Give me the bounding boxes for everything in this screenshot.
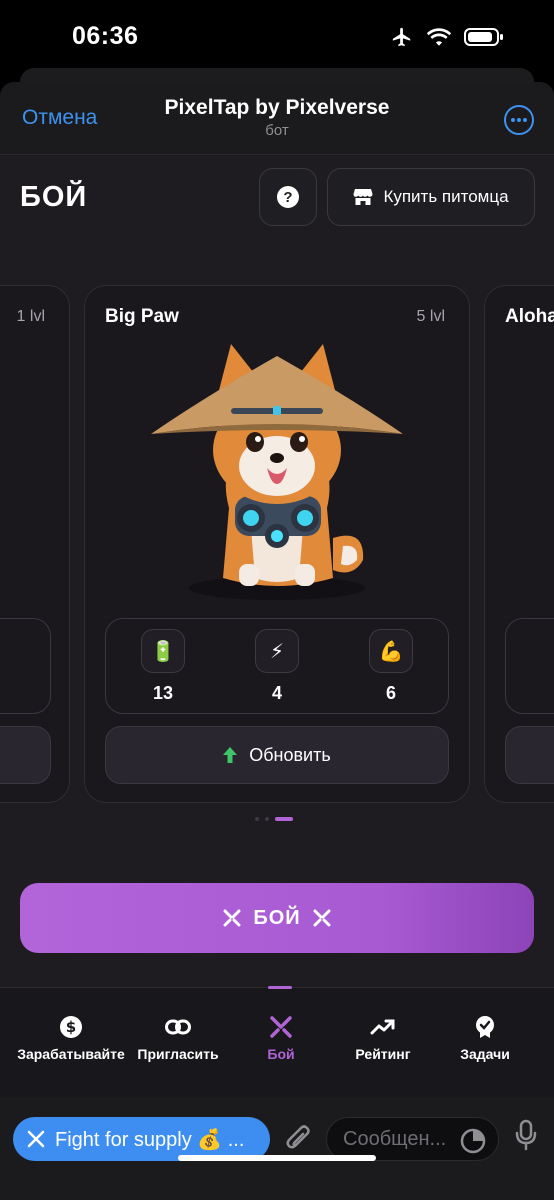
close-icon <box>27 1130 45 1148</box>
page-title: БОЙ <box>20 181 88 213</box>
home-indicator[interactable] <box>178 1155 376 1161</box>
tab-label: Задачи <box>460 1046 510 1062</box>
airplane-icon <box>392 27 411 47</box>
bot-subtitle: бот <box>265 122 289 139</box>
buy-pet-label: Купить питомца <box>383 187 509 206</box>
bot-title: PixelTap by Pixelverse <box>164 96 390 119</box>
fight-button[interactable]: БОЙ <box>20 883 534 953</box>
pagination-dot-active[interactable] <box>275 817 293 821</box>
more-options-icon[interactable] <box>504 105 534 135</box>
upgrade-label: Обновить <box>249 744 331 765</box>
tab-rating[interactable]: Рейтинг <box>328 1014 438 1062</box>
carousel-pagination <box>255 817 293 821</box>
shiba-pet-illustration <box>151 344 403 600</box>
pet-stats-panel <box>0 618 51 714</box>
status-time: 06:36 <box>72 22 139 50</box>
flexed-biceps-icon: 💪 <box>369 629 413 673</box>
arrow-up-icon <box>223 747 238 763</box>
shop-icon <box>353 189 373 205</box>
pet-card-next[interactable]: Aloha <box>484 285 554 803</box>
tab-label: Бой <box>267 1046 295 1062</box>
crossed-swords-icon <box>313 909 331 927</box>
pet-card-previous[interactable]: 1 lvl <box>0 285 70 803</box>
badge-icon <box>476 1016 494 1038</box>
crossed-swords-icon <box>223 909 241 927</box>
message-placeholder: Сообщен... <box>343 1127 447 1150</box>
trending-up-icon <box>370 1019 395 1035</box>
sticker-icon[interactable] <box>460 1128 486 1154</box>
stat-strength: 💪 6 <box>351 629 431 704</box>
app-content: БОЙ ? Купить питомца 1 lvl Big Paw 5 lvl <box>0 155 554 1200</box>
pet-level: 1 lvl <box>16 308 45 325</box>
upgrade-button[interactable] <box>0 726 51 784</box>
link-icon <box>165 1019 191 1035</box>
dollar-coin-icon: $ <box>60 1016 82 1038</box>
bot-menu-label: Fight for supply 💰 ... <box>55 1128 245 1151</box>
crossed-swords-icon <box>270 1016 292 1038</box>
question-icon: ? <box>277 186 299 208</box>
pet-level: 5 lvl <box>416 308 445 325</box>
tab-invite[interactable]: Пригласить <box>123 1014 233 1062</box>
pet-name: Aloha <box>505 306 554 327</box>
tab-label: Пригласить <box>137 1046 219 1062</box>
buy-pet-button[interactable]: Купить питомца <box>327 168 535 226</box>
bottom-tab-bar: $ Зарабатывайте Пригласить Бой Рейтинг З… <box>0 986 554 1098</box>
lightning-icon: ⚡ <box>255 629 299 673</box>
svg-text:$: $ <box>66 1018 76 1036</box>
status-bar: 06:36 <box>0 0 554 78</box>
pet-card-big-paw[interactable]: Big Paw 5 lvl 🔋 13 ⚡ 4 💪 6 Обновить <box>84 285 470 803</box>
stat-value: 4 <box>271 683 282 703</box>
telegram-header: Отмена PixelTap by Pixelverse бот <box>0 82 554 155</box>
message-composer: Fight for supply 💰 ... Сообщен... <box>0 1097 554 1200</box>
tab-tasks[interactable]: Задачи <box>430 1014 540 1062</box>
stat-speed: ⚡ 4 <box>237 629 317 704</box>
active-tab-indicator <box>268 986 292 989</box>
stat-value: 6 <box>385 683 396 703</box>
pet-name: Big Paw <box>105 306 179 327</box>
battery-icon: 🔋 <box>141 629 185 673</box>
tab-label: Рейтинг <box>355 1046 411 1062</box>
microphone-icon[interactable] <box>514 1119 538 1151</box>
tab-earn[interactable]: $ Зарабатывайте <box>16 1014 126 1062</box>
status-icons <box>390 26 504 48</box>
mini-app-sheet: Отмена PixelTap by Pixelverse бот БОЙ ? … <box>0 82 554 1200</box>
pet-stats-panel: 🔋 13 ⚡ 4 💪 6 <box>105 618 449 714</box>
pagination-dot[interactable] <box>255 817 259 821</box>
stat-value: 13 <box>152 683 174 703</box>
stat-energy: 🔋 13 <box>123 629 203 704</box>
wifi-icon <box>426 28 452 46</box>
upgrade-button[interactable] <box>505 726 554 784</box>
pet-stats-panel <box>505 618 554 714</box>
pagination-dot[interactable] <box>265 817 269 821</box>
fight-label: БОЙ <box>253 906 301 929</box>
upgrade-button[interactable]: Обновить <box>105 726 449 784</box>
help-button[interactable]: ? <box>259 168 317 226</box>
paperclip-icon[interactable] <box>284 1123 314 1155</box>
battery-status-icon <box>464 28 503 46</box>
tab-label: Зарабатывайте <box>17 1046 125 1062</box>
tab-fight[interactable]: Бой <box>226 1014 336 1062</box>
